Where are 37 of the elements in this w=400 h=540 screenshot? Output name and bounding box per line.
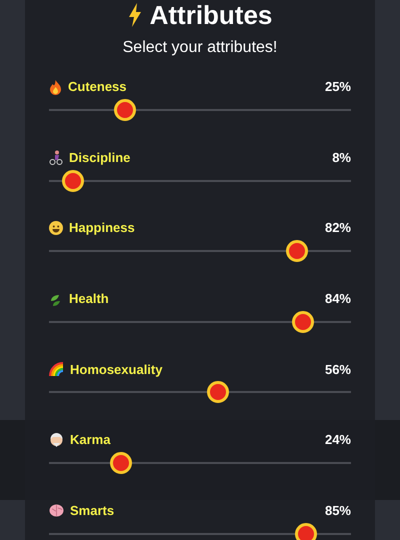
flame-icon [49, 80, 62, 94]
attribute-slider[interactable] [49, 240, 351, 262]
slider-thumb[interactable] [207, 381, 230, 404]
attribute-value: 8% [332, 148, 351, 167]
smiley-icon [49, 221, 63, 236]
attribute-slider[interactable] [49, 522, 351, 540]
slider-thumb[interactable] [110, 452, 132, 474]
slider-thumb[interactable] [286, 240, 308, 262]
slider-thumb[interactable] [294, 522, 317, 540]
slider-thumb[interactable] [292, 310, 314, 333]
attribute-slider[interactable] [49, 452, 351, 474]
attribute-slider[interactable] [49, 310, 351, 333]
attribute-name: Smarts [70, 502, 114, 520]
slider-thumb[interactable] [62, 170, 84, 192]
cyclist-icon [49, 150, 63, 166]
attribute-slider[interactable] [49, 381, 351, 404]
attribute-name: Cuteness [68, 78, 127, 96]
attribute-value: 85% [324, 502, 351, 520]
elder-icon [49, 432, 64, 447]
attribute-value: 24% [324, 431, 351, 450]
modal-title: Attributes [150, 2, 272, 28]
attribute-name: Discipline [69, 148, 130, 167]
slider-thumb[interactable] [114, 99, 136, 121]
attribute-name: Happiness [69, 219, 135, 238]
attribute-value: 82% [324, 219, 351, 238]
attribute-value: 25% [324, 78, 351, 96]
attribute-name: Health [69, 290, 109, 308]
modal-subtitle: Select your attributes! [122, 38, 278, 58]
brain-icon [49, 504, 64, 518]
attribute-name: Karma [70, 431, 110, 450]
rainbow-icon [49, 362, 64, 376]
lightning-icon [128, 3, 142, 27]
attribute-value: 84% [324, 290, 351, 308]
attribute-slider[interactable] [49, 99, 351, 121]
attribute-slider[interactable] [49, 170, 351, 192]
attribute-name: Homosexuality [70, 360, 162, 379]
attribute-value: 56% [324, 360, 351, 379]
